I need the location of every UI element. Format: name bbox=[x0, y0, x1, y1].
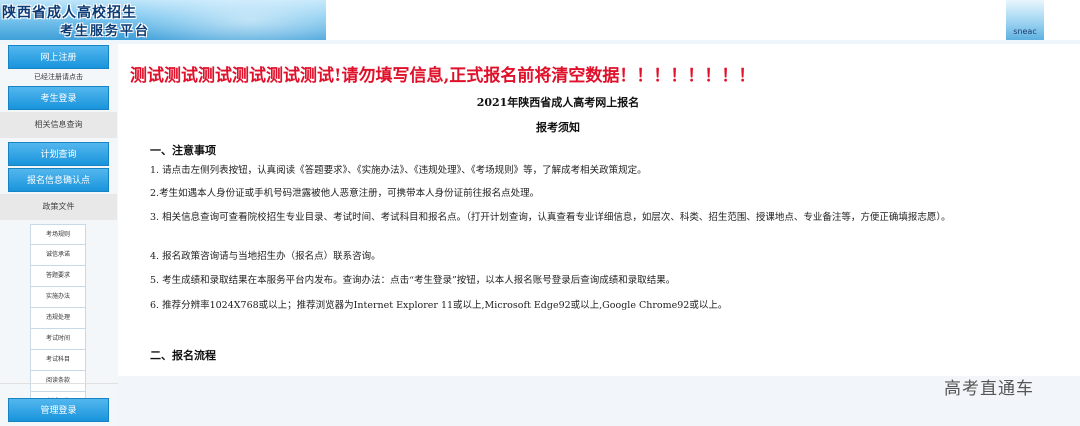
logo-text: sneac bbox=[1013, 27, 1037, 36]
test-warning-banner: 测试测试测试测试测试测试!请勿填写信息,正式报名前将清空数据！！！！！！！！ bbox=[130, 66, 756, 86]
info-query-item[interactable]: 相关信息查询 bbox=[0, 112, 117, 138]
plan-query-button[interactable]: 计划查询 bbox=[8, 142, 109, 166]
sub-item-exam-time[interactable]: 考试时间 bbox=[30, 329, 86, 350]
sub-item-violation[interactable]: 违规处理 bbox=[30, 308, 86, 329]
policy-files-item[interactable]: 政策文件 bbox=[0, 194, 117, 220]
main-content: 测试测试测试测试测试测试!请勿填写信息,正式报名前将清空数据！！！！！！！！ 2… bbox=[118, 44, 1080, 426]
sub-item-integrity[interactable]: 诚信承诺 bbox=[30, 245, 86, 266]
sneac-logo: sneac bbox=[1006, 0, 1044, 40]
notice-item-5: 5. 考生成绩和录取结果在本服务平台内发布。查询办法：点击“考生登录”按钮，以本… bbox=[150, 275, 676, 286]
header: 陕西省成人高校招生 考生服务平台 sneac bbox=[0, 0, 1080, 44]
notice-item-1: 1. 请点击左侧列表按钮，认真阅读《答题要求》、《实施办法》、《违规处理》、《考… bbox=[150, 165, 647, 176]
sub-item-answer-req[interactable]: 答题要求 bbox=[30, 266, 86, 287]
bottom-bar bbox=[118, 376, 1080, 426]
site-title-line2: 考生服务平台 bbox=[60, 24, 151, 39]
section-heading-notes: 一、注意事项 bbox=[150, 144, 216, 157]
notice-item-4: 4. 报名政策咨询请与当地招生办（报名点）联系咨询。 bbox=[150, 251, 381, 262]
page-subtitle: 报考须知 bbox=[536, 121, 580, 134]
notice-item-3: 3. 相关信息查询可查看院校招生专业目录、考试时间、考试科目和报名点。（打开计划… bbox=[150, 212, 951, 223]
sub-item-implementation[interactable]: 实施办法 bbox=[30, 287, 86, 308]
sub-item-exam-subjects[interactable]: 考试科目 bbox=[30, 350, 86, 371]
section-heading-process: 二、报名流程 bbox=[150, 349, 216, 362]
admin-login-button[interactable]: 管理登录 bbox=[8, 398, 109, 422]
candidate-login-button[interactable]: 考生登录 bbox=[8, 86, 109, 110]
site-title-line1: 陕西省成人高校招生 bbox=[2, 5, 137, 21]
page-title: 2021年陕西省成人高考网上报名 bbox=[476, 96, 640, 109]
notice-item-2: 2.考生如遇本人身份证或手机号码泄露被他人恶意注册，可携带本人身份证前往报名点处… bbox=[150, 188, 540, 199]
confirm-point-button[interactable]: 报名信息确认点 bbox=[8, 168, 109, 192]
online-register-button[interactable]: 网上注册 bbox=[8, 45, 109, 69]
register-note-link[interactable]: 已经注册请点击 bbox=[8, 72, 109, 82]
sidebar-divider bbox=[0, 383, 118, 384]
sub-item-exam-rules[interactable]: 考场规则 bbox=[30, 224, 86, 245]
notice-item-6: 6. 推荐分辨率1024X768或以上；推荐浏览器为Internet Explo… bbox=[150, 300, 728, 311]
policy-sub-list: 考场规则 诚信承诺 答题要求 实施办法 违规处理 考试时间 考试科目 阅读条款 … bbox=[30, 224, 86, 413]
site-banner: 陕西省成人高校招生 考生服务平台 bbox=[0, 0, 326, 40]
watermark: 高考直通车 bbox=[944, 379, 1034, 399]
sidebar: 网上注册 已经注册请点击 考生登录 相关信息查询 计划查询 报名信息确认点 政策… bbox=[0, 44, 118, 426]
sub-item-read-terms[interactable]: 阅读条款 bbox=[30, 371, 86, 392]
